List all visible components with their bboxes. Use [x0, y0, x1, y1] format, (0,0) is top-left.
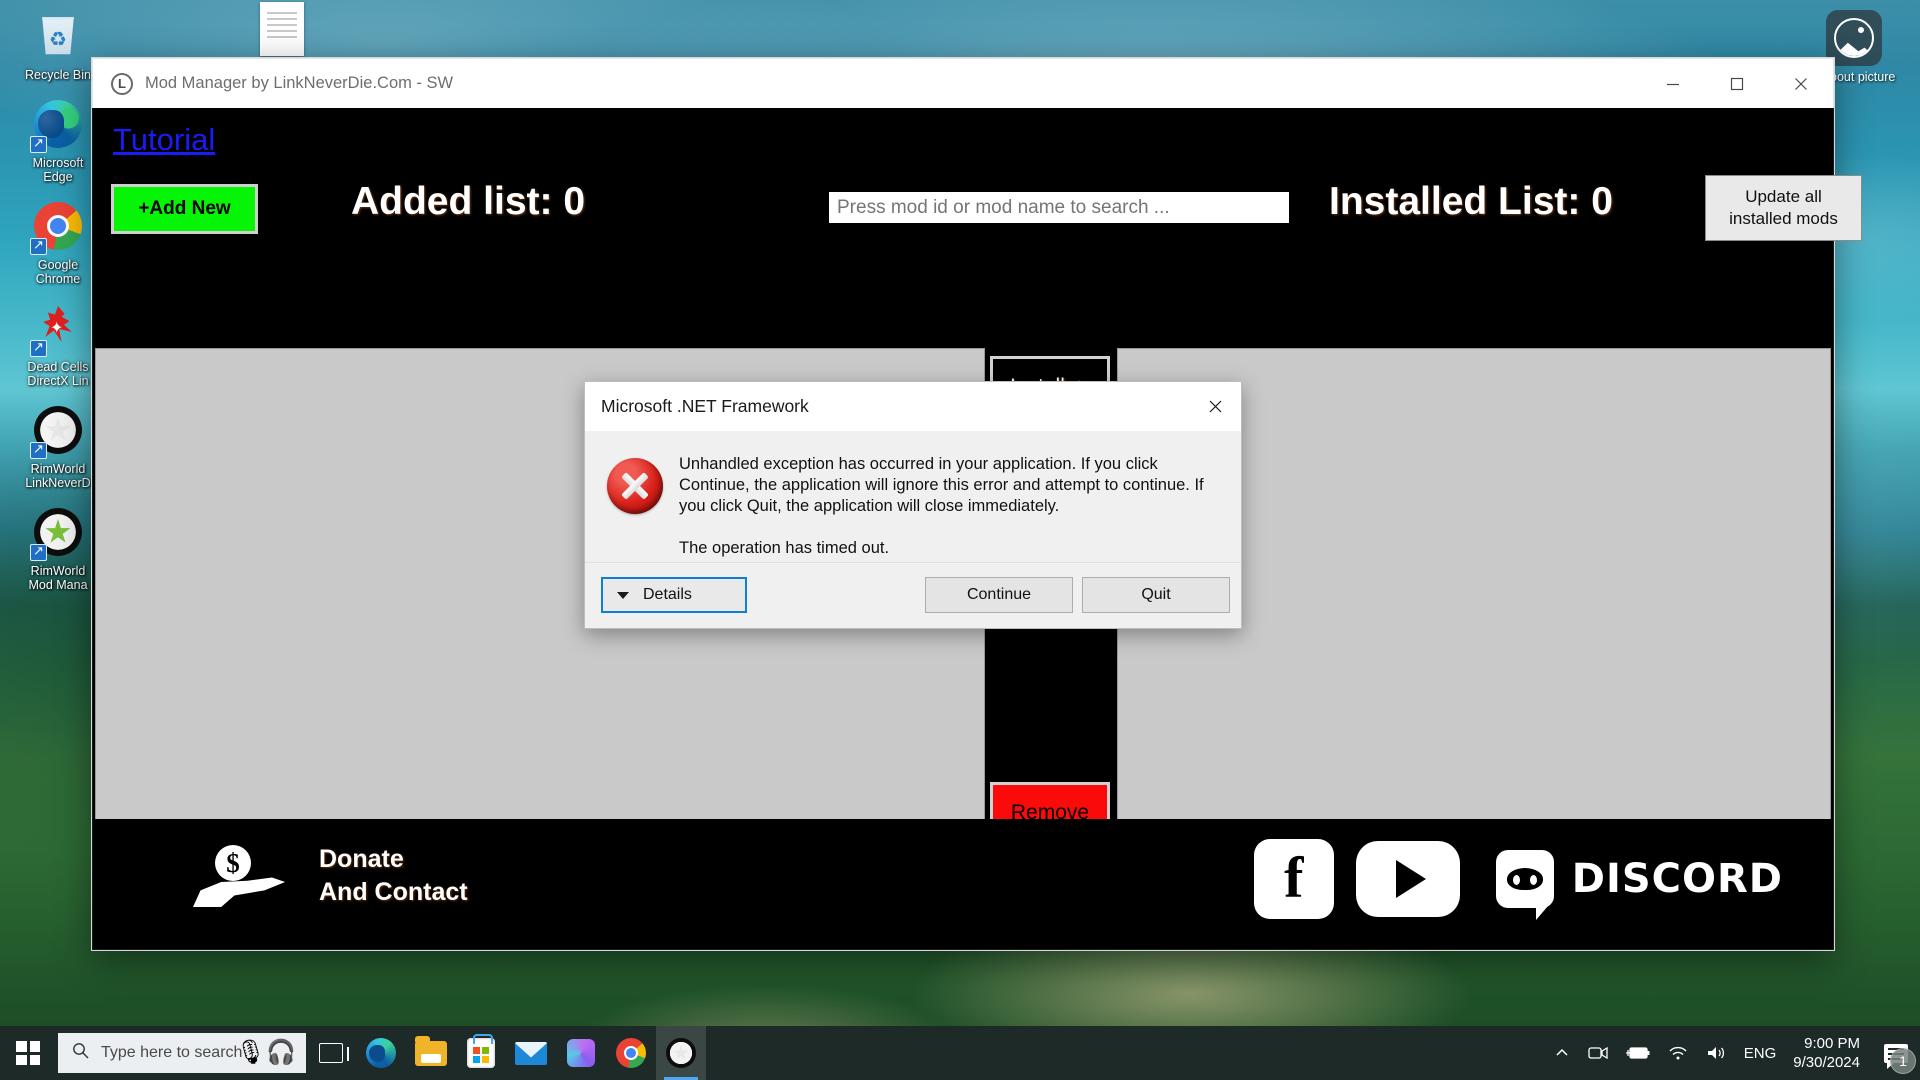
add-new-button[interactable]: +Add New	[111, 184, 258, 234]
continue-button[interactable]: Continue	[925, 577, 1073, 613]
taskbar-app-file-explorer[interactable]	[406, 1026, 456, 1080]
facebook-icon: f	[1284, 845, 1304, 910]
start-button[interactable]	[0, 1026, 56, 1080]
chevron-down-icon	[617, 591, 629, 599]
minimize-button[interactable]	[1641, 59, 1705, 109]
search-input[interactable]	[828, 191, 1290, 224]
dialog-content: Unhandled exception has occurred in your…	[585, 432, 1241, 559]
notification-center-button[interactable]: 1	[1872, 1026, 1920, 1080]
mail-icon	[515, 1041, 547, 1065]
edge-icon	[366, 1038, 396, 1068]
show-hidden-icons-button[interactable]	[1545, 1026, 1579, 1080]
donate-line2: And Contact	[319, 878, 468, 906]
taskbar-app-mail[interactable]	[506, 1026, 556, 1080]
chrome-icon	[30, 202, 84, 255]
search-icon	[72, 1042, 89, 1064]
app-logo-icon: L	[111, 72, 133, 95]
window-controls	[1641, 59, 1833, 109]
dialog-message-paragraph-1: Unhandled exception has occurred in your…	[679, 455, 1204, 515]
shortcut-arrow-icon	[30, 338, 47, 357]
shortcut-arrow-icon	[30, 134, 47, 153]
discord-button[interactable]: DISCORD	[1495, 850, 1783, 920]
dialog-title: Microsoft .NET Framework	[601, 396, 809, 416]
shortcut-arrow-icon	[30, 542, 47, 561]
app-toolbar: +Add New Added list: 0 Installed List: 0…	[93, 174, 1862, 242]
dotnet-framework-error-dialog: Microsoft .NET Framework Unhandled excep…	[584, 381, 1242, 629]
store-icon	[467, 1034, 495, 1068]
rimworld-icon	[30, 406, 84, 459]
rimworld-icon	[666, 1038, 696, 1068]
rimworld-mod-manager-icon	[30, 508, 84, 561]
installed-list-label: Installed List: 0	[1329, 180, 1613, 223]
close-button[interactable]	[1769, 59, 1833, 109]
donate-text: Donate And Contact	[319, 843, 468, 909]
shortcut-arrow-icon	[30, 236, 47, 255]
taskbar-app-microsoft-store[interactable]	[456, 1026, 506, 1080]
windows-logo-icon	[16, 1041, 40, 1065]
clock[interactable]: 9:00 PM 9/30/2024	[1785, 1026, 1872, 1080]
recycle-bin-icon	[32, 12, 84, 64]
desktop-icon-document[interactable]	[252, 2, 312, 56]
dialog-message-paragraph-2: The operation has timed out.	[679, 539, 890, 557]
app-footer: $ Donate And Contact f DISCORD	[93, 819, 1833, 949]
flame-icon	[30, 304, 84, 357]
photo-icon	[1826, 10, 1882, 66]
clock-date: 9/30/2024	[1793, 1054, 1860, 1071]
update-all-line1: Update all	[1745, 187, 1822, 206]
folder-icon	[415, 1035, 447, 1066]
microphone-headset-icon: 🎙🎧	[235, 1039, 296, 1066]
details-button[interactable]: Details	[601, 577, 747, 613]
discord-wordmark: DISCORD	[1571, 856, 1783, 902]
network-icon[interactable]	[1659, 1026, 1697, 1080]
system-tray: ENG 9:00 PM 9/30/2024 1	[1545, 1026, 1920, 1080]
battery-icon[interactable]	[1617, 1026, 1659, 1080]
window-title: Mod Manager by LinkNeverDie.Com - SW	[145, 74, 454, 92]
document-icon	[260, 2, 304, 56]
dialog-close-button[interactable]	[1189, 382, 1241, 432]
language-indicator[interactable]: ENG	[1735, 1026, 1786, 1080]
taskbar-app-rimworld-mod-manager[interactable]	[656, 1026, 706, 1080]
edge-icon	[30, 100, 84, 153]
chrome-icon	[616, 1038, 646, 1068]
donate-and-contact-button[interactable]: $ Donate And Contact	[193, 843, 468, 909]
task-view-icon	[319, 1043, 349, 1063]
details-button-label: Details	[643, 586, 692, 603]
quit-button[interactable]: Quit	[1082, 577, 1230, 613]
social-links: f DISCORD	[1253, 839, 1783, 920]
facebook-button[interactable]: f	[1253, 839, 1334, 919]
notification-count-badge: 1	[1890, 1048, 1916, 1074]
taskbar: Type here to search 🎙🎧 ENG 9:00 PM 9/30/…	[0, 1026, 1920, 1080]
volume-icon[interactable]	[1697, 1026, 1735, 1080]
taskbar-search-box[interactable]: Type here to search 🎙🎧	[58, 1033, 306, 1073]
dialog-footer: Details Continue Quit	[585, 562, 1241, 628]
taskbar-app-google-chrome[interactable]	[606, 1026, 656, 1080]
added-list-label: Added list: 0	[351, 180, 586, 223]
youtube-button[interactable]	[1355, 841, 1460, 917]
error-icon	[607, 458, 663, 514]
tutorial-link[interactable]: Tutorial	[113, 122, 215, 158]
youtube-play-icon	[1395, 860, 1426, 898]
hand-with-coin-icon: $	[193, 845, 287, 907]
taskbar-app-microsoft-edge[interactable]	[356, 1026, 406, 1080]
clock-time: 9:00 PM	[1804, 1035, 1860, 1052]
camera-icon[interactable]	[1579, 1026, 1617, 1080]
update-all-installed-mods-button[interactable]: Update all installed mods	[1705, 175, 1862, 241]
task-view-button[interactable]	[306, 1026, 356, 1080]
dialog-titlebar: Microsoft .NET Framework	[585, 382, 1241, 432]
office-icon	[567, 1039, 595, 1067]
taskbar-app-office[interactable]	[556, 1026, 606, 1080]
update-all-line2: installed mods	[1729, 209, 1838, 228]
dialog-message: Unhandled exception has occurred in your…	[679, 454, 1219, 559]
discord-icon	[1495, 850, 1554, 920]
shortcut-arrow-icon	[30, 440, 47, 459]
window-titlebar[interactable]: L Mod Manager by LinkNeverDie.Com - SW	[92, 58, 1834, 108]
donate-line1: Donate	[319, 845, 404, 873]
desktop: Recycle Bin Microsoft Edge Google Chrome…	[0, 0, 1920, 1080]
taskbar-search-placeholder: Type here to search	[101, 1044, 243, 1061]
maximize-button[interactable]	[1705, 59, 1769, 109]
